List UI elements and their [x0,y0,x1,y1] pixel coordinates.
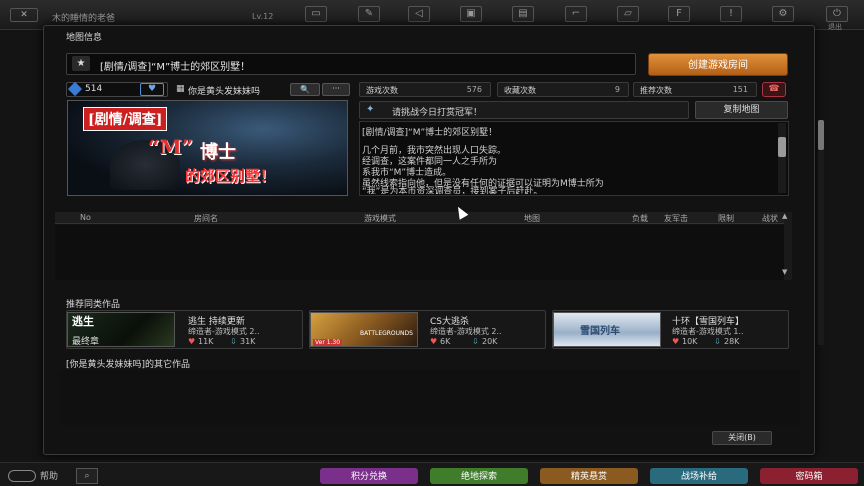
quit-label: 退出 [828,23,842,31]
bag-icon[interactable]: ▤ [512,6,534,22]
other-works-title: [你是黄头发妹妹吗]的其它作品 [66,360,191,370]
card-mode: 缔造者-游戏模式 1.. [672,327,744,336]
close-icon[interactable]: ✕ [10,8,38,22]
scroll-down-icon[interactable]: ▼ [782,268,787,276]
battlefield-supply-button[interactable]: 战场补给 [650,468,748,484]
col-game-mode[interactable]: 游戏模式 [364,213,396,224]
download-icon: ⇩ [714,337,721,346]
card-likes: 11K [198,337,214,346]
favorite-count-label: 收藏次数 [504,86,536,95]
author-search-button[interactable]: 🔍 [290,83,320,96]
help-toggle[interactable] [8,470,36,482]
modal-scrollbar[interactable] [818,120,824,345]
megaphone-icon[interactable]: ◁ [408,6,430,22]
monitor-icon[interactable]: ▭ [305,6,327,22]
description-line: [剧情/调查]“M”博士的郊区别墅！ [362,128,498,138]
image-subtitle-text: 的郊区别墅！ [185,167,276,185]
alert-icon[interactable]: ! [720,6,742,22]
description-line: “我”是为本市资深调查员，接到案子后赶赴。 [362,187,543,194]
create-room-button[interactable]: 创建游戏房间 [648,53,788,76]
card-mode: 缔造者-游戏模式 2.. [188,327,260,336]
room-list[interactable] [55,225,790,280]
card-thumb-text: 逃生 [72,315,94,328]
player-name: 木的睡情的老爸 [52,14,116,24]
favorite-count-value: 9 [614,85,620,94]
card-downloads: 20K [482,337,498,346]
edit-icon[interactable]: ✎ [358,6,380,22]
copy-map-button[interactable]: 复制地图 [695,101,788,119]
card-downloads: 31K [240,337,256,346]
heart-icon: ♥ [672,337,680,346]
settings-icon[interactable]: ⚙ [772,6,794,22]
challenge-text: 请挑战今日打赏冠军！ [392,108,483,118]
heart-icon: ♥ [188,337,196,346]
col-load[interactable]: 负载 [632,213,648,224]
col-friendly-fire[interactable]: 友军击 [664,213,688,224]
author-icon: ▦ [176,84,185,94]
recommend-button[interactable]: ♥ [140,83,164,96]
col-status[interactable]: 战状 [762,213,778,224]
heart-icon: ♥ [430,337,438,346]
recommend-count-stat: 推荐次数 151 [633,82,757,97]
card-thumb-sub: Ver 1.30 [313,339,343,346]
modal-scroll-thumb[interactable] [818,120,824,150]
download-icon: ⇩ [230,337,237,346]
description-scrollbar[interactable] [778,123,786,193]
trophy-icon: ✦ [366,104,375,115]
col-room-name[interactable]: 房间名 [194,213,218,224]
rating-value: 514 [85,84,103,94]
gun-icon[interactable]: ⌐ [565,6,587,22]
favorite-button[interactable]: ☎ [762,82,786,97]
points-exchange-button[interactable]: 积分兑换 [320,468,418,484]
card-thumb-text: 雪国列车 [580,326,620,337]
image-tag-text: [剧情/调查] [83,107,168,131]
recommend-count-label: 推荐次数 [640,86,672,95]
star-icon[interactable]: ★ [72,56,90,71]
player-level: Lv.12 [252,12,274,21]
card-mode: 缔造者-游戏模式 2.. [430,327,502,336]
author-name: 你是黄头发妹妹吗 [188,87,261,97]
image-doctor-text: 博士 [200,142,236,163]
recommend-count-value: 151 [732,85,748,94]
map-title: [剧情/调查]“M”博士的郊区别墅！ [100,62,251,73]
briefcase-icon[interactable]: ▣ [460,6,482,22]
col-no[interactable]: No [80,213,91,222]
col-limit[interactable]: 限制 [718,213,734,224]
elite-bounty-button[interactable]: 精英悬赏 [540,468,638,484]
search-icon[interactable]: ⌕ [76,468,98,484]
col-map[interactable]: 地图 [524,213,540,224]
f-icon[interactable]: F [668,6,690,22]
card-likes: 6K [440,337,451,346]
card-thumb-sub: 最终章 [72,337,100,347]
image-m-text: “M” [148,135,194,159]
help-label[interactable]: 帮助 [40,469,58,482]
description-scroll-thumb[interactable] [778,137,786,157]
card-likes: 10K [682,337,698,346]
author-more-button[interactable]: ··· [322,83,350,96]
recommend-title: 推荐同类作品 [66,300,121,310]
close-button[interactable]: 关闭(B) [712,431,772,445]
other-works-list[interactable] [60,370,800,425]
favorite-count-stat: 收藏次数 9 [497,82,629,97]
play-count-value: 576 [466,85,482,94]
password-box-button[interactable]: 密码箱 [760,468,858,484]
scroll-up-icon[interactable]: ▲ [782,212,787,220]
battle-explore-button[interactable]: 绝地探索 [430,468,528,484]
play-count-stat: 游戏次数 576 [359,82,491,97]
card-icon[interactable]: ▱ [617,6,639,22]
modal-title: 地图信息 [66,33,103,43]
card-downloads: 28K [724,337,740,346]
download-icon: ⇩ [472,337,479,346]
card-thumb-text: BATTLEGROUNDS [360,330,413,337]
power-icon[interactable]: ⏻ [826,6,848,22]
play-count-label: 游戏次数 [366,86,398,95]
